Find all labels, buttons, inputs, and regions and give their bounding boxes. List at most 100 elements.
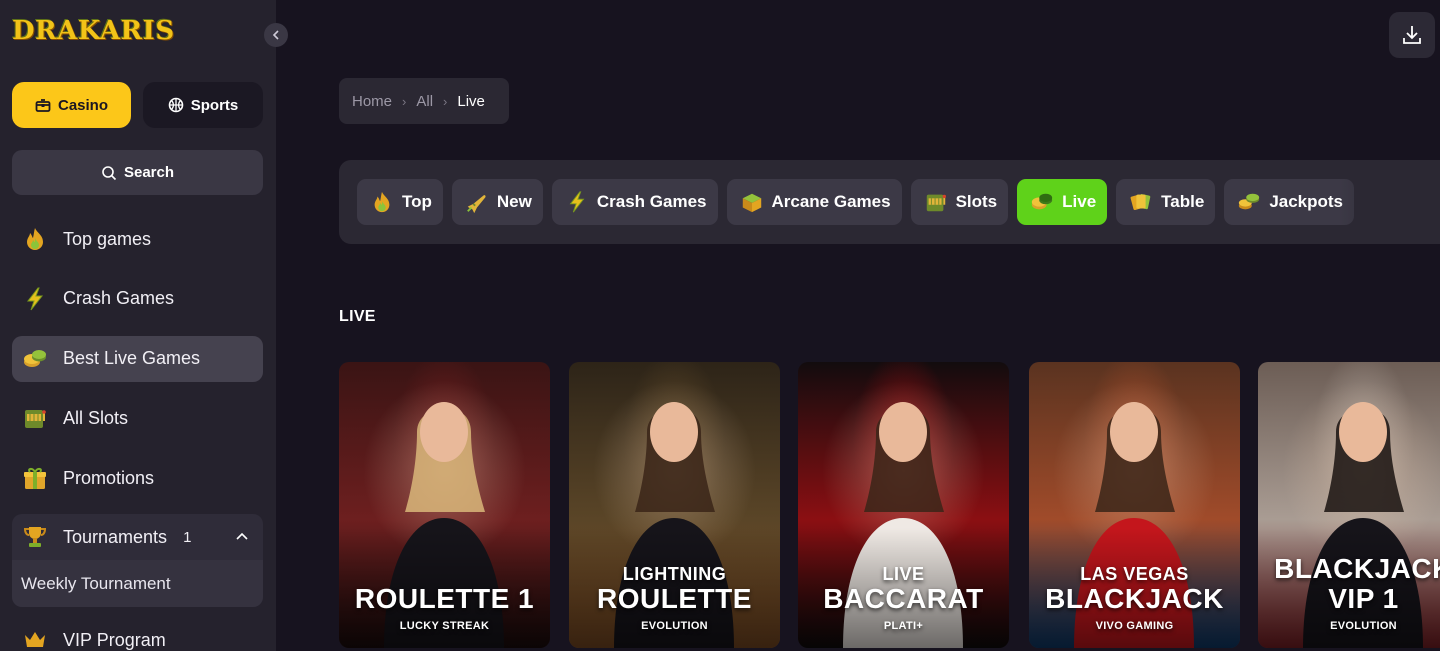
game-title: ROULETTE: [597, 583, 752, 614]
sidebar: DRAKARIS Casino Sports Search Top games …: [0, 0, 276, 651]
game-title-line1: LIGHTNING: [622, 564, 727, 584]
sidebar-item-tournaments[interactable]: Tournaments 1: [12, 514, 263, 560]
basketball-icon: [168, 97, 184, 113]
tab-jackpots[interactable]: Jackpots: [1224, 179, 1355, 225]
breadcrumb-all[interactable]: All: [416, 93, 433, 110]
game-title-line1: LIVE: [882, 564, 925, 584]
tab-label: Crash Games: [596, 192, 707, 211]
sidebar-item-top-games[interactable]: Top games: [12, 216, 263, 262]
sidebar-item-label: Top games: [63, 228, 152, 249]
slot-machine-icon: [21, 404, 49, 432]
game-provider: PLATI+: [883, 620, 924, 632]
game-title-line1: LAS VEGAS: [1080, 564, 1189, 584]
category-tabs-bar: Top New Crash Games Arcane Games Slots L…: [339, 160, 1440, 244]
search-label: Search: [123, 164, 175, 181]
game-title: ROULETTE 1: [354, 583, 535, 614]
tab-label: Table: [1161, 192, 1205, 211]
game-card[interactable]: ROULETTE 1 LUCKY STREAK: [339, 362, 550, 648]
game-title: BACCARAT: [823, 583, 984, 614]
breadcrumb: Home › All › Live: [339, 78, 509, 124]
dealer-head: [1110, 402, 1158, 462]
game-provider: LUCKY STREAK: [399, 620, 490, 632]
tabs-fade-overlay: [1339, 160, 1440, 244]
crown-icon: [21, 626, 49, 651]
download-button[interactable]: [1389, 12, 1435, 58]
slot-machine-icon: [926, 194, 946, 212]
chevron-left-icon: [272, 30, 279, 40]
game-provider: EVOLUTION: [1330, 620, 1397, 632]
chevron-right-icon: ›: [402, 93, 407, 109]
tab-label: Arcane Games: [771, 192, 891, 211]
casino-label: Casino: [57, 96, 108, 114]
game-caption: LIVE BACCARAT PLATI+: [798, 564, 1009, 634]
category-tabs: Top New Crash Games Arcane Games Slots L…: [357, 179, 1355, 225]
game-title: BLACKJACK: [1045, 583, 1224, 614]
tab-top[interactable]: Top: [357, 179, 443, 225]
game-caption: BLACKJACK VIP 1 EVOLUTION: [1258, 554, 1440, 634]
fire-icon: [374, 191, 390, 213]
tab-label: Live: [1062, 192, 1097, 211]
sidebar-item-all-slots[interactable]: All Slots: [12, 395, 263, 441]
sidebar-nav: Top games Crash Games Best Live Games Al…: [12, 216, 263, 515]
sports-button[interactable]: Sports: [143, 82, 263, 128]
game-title: VIP 1: [1328, 583, 1399, 614]
dealer-head: [879, 402, 927, 462]
casino-button[interactable]: Casino: [12, 82, 131, 128]
chips-icon: [21, 345, 49, 373]
dealer-head: [420, 402, 468, 462]
sidebar-item-weekly-tournament[interactable]: Weekly Tournament: [12, 560, 263, 607]
game-card[interactable]: LAS VEGAS BLACKJACK VIVO GAMING: [1029, 362, 1240, 648]
tab-crash-games[interactable]: Crash Games: [551, 179, 718, 225]
sidebar-item-promotions[interactable]: Promotions: [12, 455, 263, 501]
chest-icon: [35, 99, 51, 112]
dealer-head: [1339, 402, 1387, 462]
sidebar-item-label: All Slots: [63, 407, 129, 428]
cards-icon: [1130, 194, 1151, 211]
tab-label: Slots: [955, 192, 998, 211]
chevron-up-icon[interactable]: [235, 530, 249, 544]
drakaris-logo[interactable]: DRAKARIS: [12, 16, 175, 46]
tab-label: New: [496, 192, 532, 211]
sidebar-item-crash-games[interactable]: Crash Games: [12, 276, 263, 322]
game-card[interactable]: LIGHTNING ROULETTE EVOLUTION: [569, 362, 780, 648]
download-icon: [1403, 26, 1421, 44]
sidebar-collapse-button[interactable]: [264, 23, 288, 47]
breadcrumb-current: Live: [457, 92, 485, 110]
game-title-line1: BLACKJACK: [1274, 553, 1440, 584]
sports-label: Sports: [190, 96, 239, 114]
fire-icon: [21, 225, 49, 253]
lightning-icon: [569, 191, 585, 213]
sidebar-item-vip-program[interactable]: VIP Program: [21, 626, 166, 651]
sidebar-item-best-live-games[interactable]: Best Live Games: [12, 335, 263, 382]
game-card[interactable]: LIVE BACCARAT PLATI+: [798, 362, 1009, 648]
tournaments-group: Tournaments 1 Weekly Tournament: [12, 514, 263, 607]
rocket-icon: [467, 195, 486, 214]
dealer-head: [650, 402, 698, 462]
tab-new[interactable]: New: [451, 179, 543, 225]
search-button[interactable]: Search: [12, 150, 263, 195]
games-grid: ROULETTE 1 LUCKY STREAK LIGHTNING ROULET…: [339, 362, 1440, 651]
chips-icon: [1031, 193, 1053, 210]
tab-label: Top: [402, 192, 432, 211]
breadcrumb-home[interactable]: Home: [352, 93, 392, 110]
trophy-icon: [21, 523, 49, 551]
tournaments-label: Tournaments: [63, 526, 168, 547]
sidebar-item-label: Crash Games: [63, 288, 175, 309]
search-icon: [102, 165, 117, 180]
game-provider: EVOLUTION: [641, 620, 708, 632]
tab-live[interactable]: Live: [1017, 179, 1108, 225]
gift-icon: [21, 464, 49, 492]
tab-arcane-games[interactable]: Arcane Games: [726, 179, 902, 225]
game-caption: LIGHTNING ROULETTE EVOLUTION: [569, 564, 780, 634]
tab-label: Jackpots: [1269, 192, 1344, 211]
game-caption: LAS VEGAS BLACKJACK VIVO GAMING: [1029, 564, 1240, 634]
tab-table[interactable]: Table: [1116, 179, 1216, 225]
logo-text: DRAKARIS: [12, 16, 175, 46]
section-title: LIVE: [339, 308, 376, 325]
game-card[interactable]: BLACKJACK VIP 1 EVOLUTION: [1258, 362, 1440, 648]
coins-icon: [1239, 193, 1260, 210]
chevron-right-icon: ›: [443, 93, 448, 109]
tab-slots[interactable]: Slots: [910, 179, 1009, 225]
tournaments-count: 1: [183, 528, 192, 546]
vip-label: VIP Program: [63, 629, 166, 650]
